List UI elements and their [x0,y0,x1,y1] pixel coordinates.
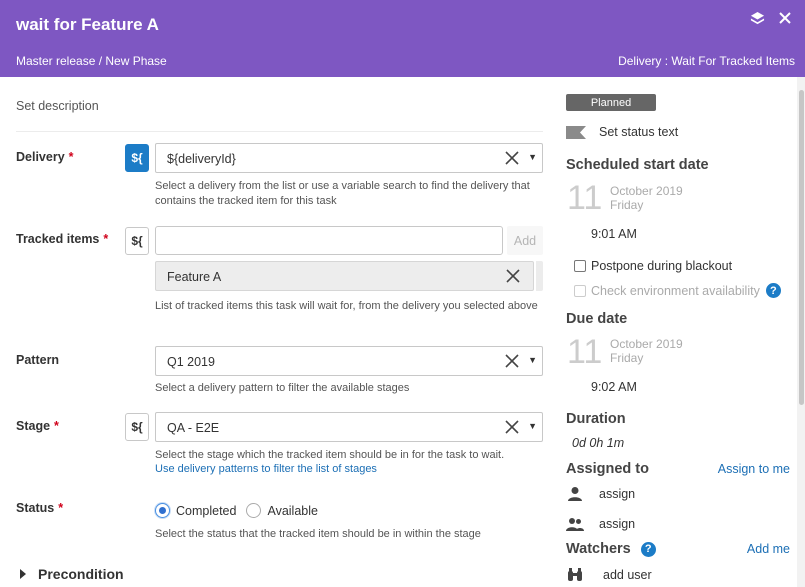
duration-heading: Duration [566,411,626,427]
pattern-label: Pattern [16,353,60,367]
tracked-item-value: Feature A [167,270,222,284]
layers-icon[interactable] [749,10,765,26]
dialog-header: wait for Feature A Master release / New … [0,0,805,77]
add-me-link[interactable]: Add me [747,542,790,556]
status-completed-option[interactable]: Completed [155,503,236,518]
binoculars-icon [566,567,584,583]
scheduled-start-heading: Scheduled start date [566,157,709,173]
stage-value: QA - E2E [167,421,220,435]
delivery-help: Select a delivery from the list or use a… [155,180,530,207]
assign-user[interactable]: assign [566,486,635,502]
user-icon [566,486,584,502]
chip-edge [536,261,543,291]
due-time[interactable]: 9:02 AM [591,380,637,394]
tracked-item-input[interactable] [155,226,503,255]
start-time[interactable]: 9:01 AM [591,227,637,241]
status-label: Status * [16,501,64,515]
caret-right-icon [20,569,26,579]
caret-down-icon[interactable]: ▼ [528,355,537,365]
close-icon[interactable] [777,10,793,26]
status-radio-group: Completed Available [155,503,328,518]
radio-available[interactable] [246,503,262,518]
tracked-items-label: Tracked items * [16,232,109,246]
assign-team[interactable]: assign [566,516,635,532]
assigned-to-heading: Assigned to [566,461,649,477]
header-actions [749,10,793,26]
pattern-value: Q1 2019 [167,355,215,369]
start-month[interactable]: October 2019 [610,184,683,198]
scrollbar-thumb[interactable] [799,90,804,405]
caret-down-icon[interactable]: ▼ [528,152,537,162]
tracked-item-chip[interactable]: Feature A [155,261,534,291]
remove-item-icon[interactable] [505,268,521,284]
duration-value[interactable]: 0d 0h 1m [572,436,624,450]
due-date-heading: Due date [566,311,628,327]
clear-icon[interactable] [504,353,520,369]
watchers-heading: Watchers ? [566,541,656,557]
pattern-select[interactable]: Q1 2019 ▼ [155,346,543,376]
team-icon [566,516,584,532]
help-icon[interactable]: ? [640,541,656,557]
delivery-value: ${deliveryId} [167,152,236,166]
due-month[interactable]: October 2019 [610,337,683,351]
delivery-variable-button[interactable]: ${ [125,144,149,172]
start-weekday: Friday [610,198,644,212]
tracked-items-variable-button[interactable]: ${ [125,227,149,255]
caret-down-icon[interactable]: ▼ [528,421,537,431]
stage-help: Select the stage which the tracked item … [155,449,505,461]
stage-variable-button[interactable]: ${ [125,413,149,441]
status-badge: Planned [566,94,656,111]
set-description[interactable]: Set description [16,99,99,113]
start-day[interactable]: 11 [567,181,602,215]
delivery-patterns-link[interactable]: Use delivery patterns to filter the list… [155,463,377,475]
clear-icon[interactable] [504,150,520,166]
due-weekday: Friday [610,351,644,365]
task-type-label: Delivery : Wait For Tracked Items [618,54,795,68]
stage-select[interactable]: QA - E2E ▼ [155,412,543,442]
tracked-items-help: List of tracked items this task will wai… [155,300,538,312]
help-icon[interactable]: ? [765,283,781,298]
stage-label: Stage * [16,419,59,433]
divider [16,131,543,132]
precondition-toggle[interactable]: Precondition [20,566,124,582]
add-tracked-item-button[interactable]: Add [507,226,543,255]
status-help: Select the status that the tracked item … [155,528,481,540]
checkbox[interactable] [574,260,586,272]
postpone-blackout-checkbox[interactable]: Postpone during blackout [574,259,732,273]
pattern-help: Select a delivery pattern to filter the … [155,382,410,394]
radio-completed[interactable] [155,503,170,518]
check-environment-checkbox[interactable]: Check environment availability ? [574,283,781,298]
add-watcher[interactable]: add user [566,567,652,583]
due-day[interactable]: 11 [567,335,602,369]
assign-to-me-link[interactable]: Assign to me [718,462,790,476]
delivery-select[interactable]: ${deliveryId} ▼ [155,143,543,173]
delivery-label: Delivery * [16,150,74,164]
checkbox[interactable] [574,284,586,297]
clear-icon[interactable] [504,419,520,435]
status-available-option[interactable]: Available [246,503,318,518]
flag-icon [566,125,586,139]
task-title[interactable]: wait for Feature A [16,15,159,35]
set-status-text[interactable]: Set status text [566,125,678,139]
breadcrumb[interactable]: Master release / New Phase [16,54,167,68]
